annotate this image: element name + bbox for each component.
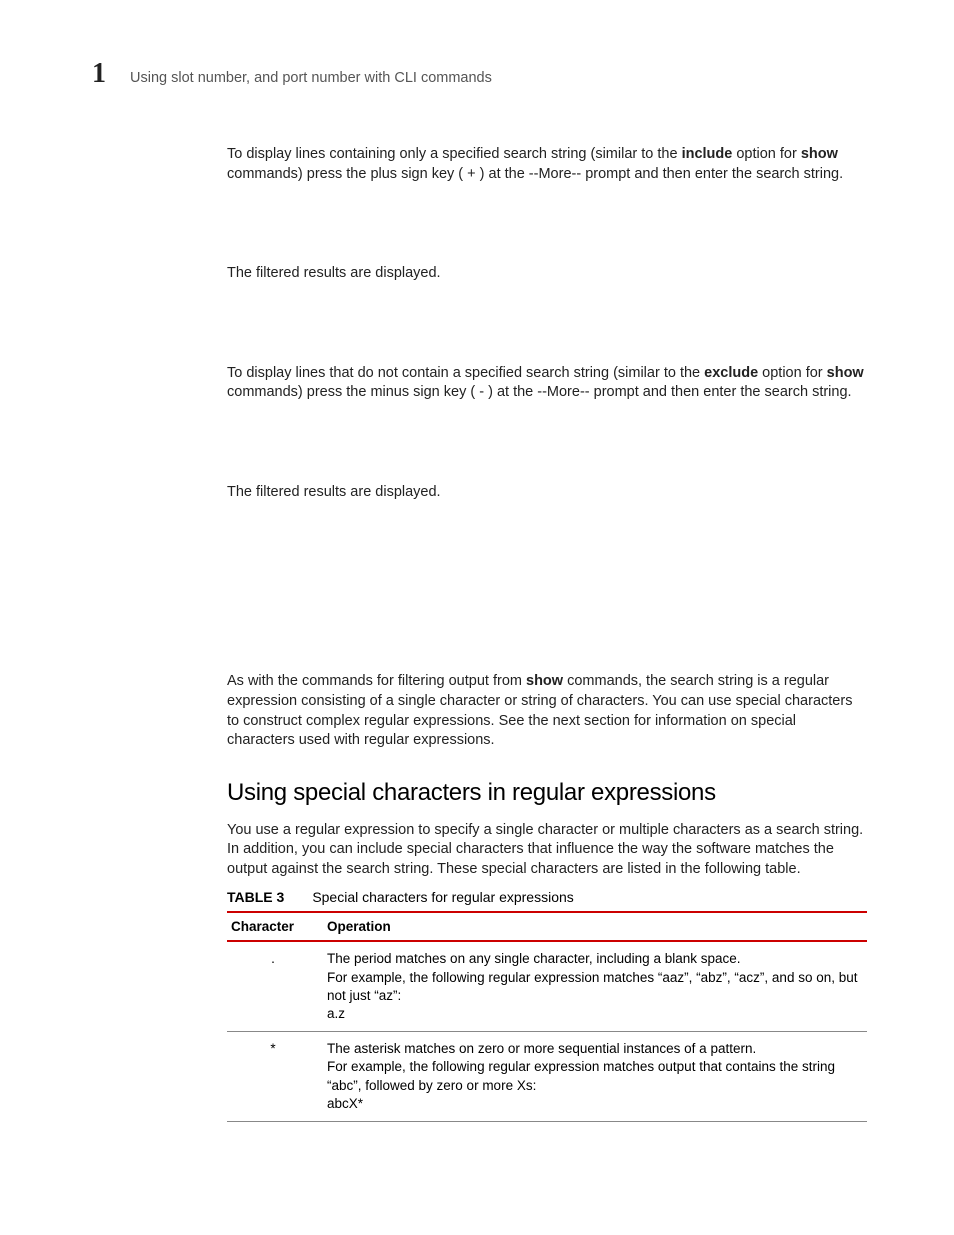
text: To display lines containing only a speci… <box>227 146 682 162</box>
paragraph: As with the commands for filtering outpu… <box>227 672 867 750</box>
text-bold: exclude <box>704 365 758 381</box>
cell-character: * <box>227 1032 323 1122</box>
table-label: TABLE 3 <box>227 889 284 905</box>
text: For example, the following regular expre… <box>327 969 859 1005</box>
text: option for <box>732 146 801 162</box>
paragraph: You use a regular expression to specify … <box>227 821 867 880</box>
text: The asterisk matches on zero or more seq… <box>327 1040 859 1058</box>
text-bold: show <box>526 673 563 689</box>
text: As with the commands for filtering outpu… <box>227 673 526 689</box>
chapter-number: 1 <box>92 58 106 90</box>
table-row: . The period matches on any single chara… <box>227 941 867 1031</box>
text: option for <box>758 365 827 381</box>
col-character: Character <box>227 912 323 941</box>
text: a.z <box>327 1005 859 1023</box>
page-header: 1 Using slot number, and port number wit… <box>92 58 862 90</box>
text-bold: include <box>682 146 733 162</box>
cell-operation: The asterisk matches on zero or more seq… <box>323 1032 867 1122</box>
text: abcX* <box>327 1095 859 1113</box>
paragraph: The filtered results are displayed. <box>227 264 867 284</box>
text: To display lines that do not contain a s… <box>227 365 704 381</box>
text: For example, the following regular expre… <box>327 1058 859 1094</box>
paragraph: The filtered results are displayed. <box>227 483 867 503</box>
text: The period matches on any single charact… <box>327 950 859 968</box>
text-bold: show <box>827 365 864 381</box>
page-content: To display lines containing only a speci… <box>227 145 867 1122</box>
section-heading: Using special characters in regular expr… <box>227 779 867 807</box>
cell-operation: The period matches on any single charact… <box>323 941 867 1031</box>
paragraph: To display lines containing only a speci… <box>227 145 867 184</box>
regex-table: Character Operation . The period matches… <box>227 911 867 1122</box>
col-operation: Operation <box>323 912 867 941</box>
table-header-row: Character Operation <box>227 912 867 941</box>
running-head: Using slot number, and port number with … <box>130 70 492 86</box>
cell-character: . <box>227 941 323 1031</box>
paragraph: To display lines that do not contain a s… <box>227 364 867 403</box>
text-bold: show <box>801 146 838 162</box>
table-caption-text: Special characters for regular expressio… <box>312 889 573 905</box>
text: commands) press the plus sign key ( + ) … <box>227 166 843 182</box>
table-row: * The asterisk matches on zero or more s… <box>227 1032 867 1122</box>
table-caption: TABLE 3 Special characters for regular ex… <box>227 889 867 905</box>
text: commands) press the minus sign key ( - )… <box>227 384 852 400</box>
page: 1 Using slot number, and port number wit… <box>0 0 954 1235</box>
